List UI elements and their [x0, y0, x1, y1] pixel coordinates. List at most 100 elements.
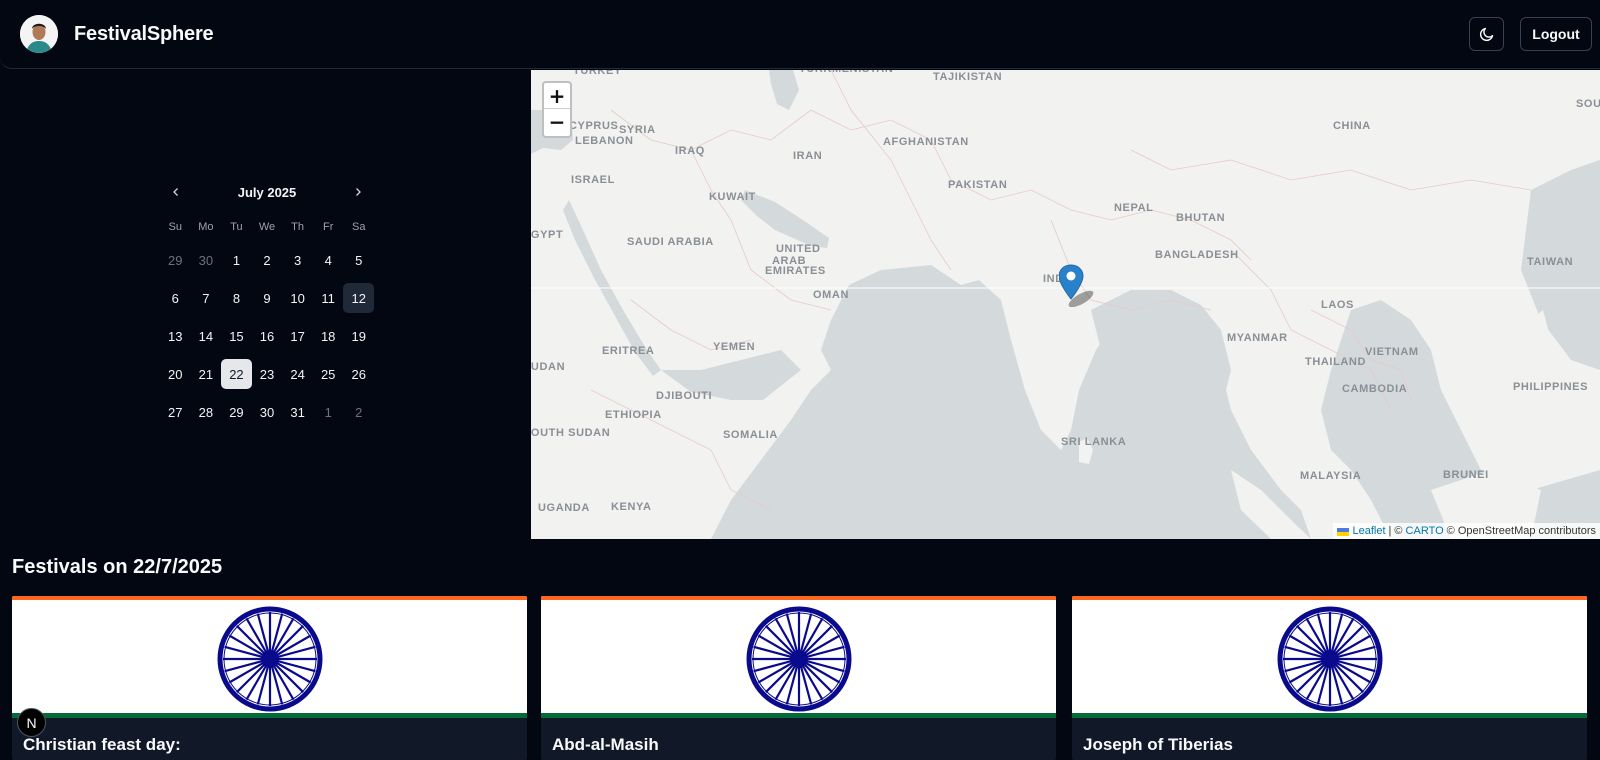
calendar-day[interactable]: 6: [160, 283, 191, 313]
india-flag-icon: [541, 596, 1056, 718]
weekday-label: Fr: [322, 221, 334, 233]
map-pin-icon[interactable]: [1059, 263, 1103, 307]
calendar-day[interactable]: 4: [313, 245, 344, 275]
calendar-day[interactable]: 8: [221, 283, 252, 313]
calendar-day[interactable]: 2: [252, 245, 283, 275]
festival-name: Abd-al-Masih: [552, 735, 659, 754]
zoom-in-button[interactable]: +: [544, 83, 570, 109]
calendar: July 2025 Su Mo Tu We Th Fr Sa 29 30 1 2 3 4 5 6 7 8 9 10…: [160, 178, 375, 435]
india-flag-icon: [1072, 596, 1587, 718]
nextjs-dev-badge[interactable]: N: [17, 708, 46, 737]
calendar-day[interactable]: 17: [282, 321, 313, 351]
weekday-label: Th: [291, 221, 305, 233]
map-country-label: SOUTH: [1576, 98, 1600, 110]
map-country-label: BANGLADESH: [1155, 249, 1239, 261]
calendar-grid: Su Mo Tu We Th Fr Sa 29 30 1 2 3 4 5 6 7 8 9 10 11 12 13 14 15…: [160, 218, 375, 435]
map-country-label: CHINA: [1333, 120, 1371, 132]
festival-map[interactable]: TURKEYTURKMENISTANTAJIKISTANSYRIALEBANON…: [531, 70, 1600, 539]
calendar-day[interactable]: 23: [252, 359, 283, 389]
calendar-day[interactable]: 10: [282, 283, 313, 313]
logout-button[interactable]: Logout: [1520, 17, 1592, 51]
map-country-label: SAUDI ARABIA: [627, 236, 714, 248]
festival-name: Christian feast day:: [23, 735, 181, 754]
calendar-day[interactable]: 15: [221, 321, 252, 351]
calendar-month-label: July 2025: [237, 184, 297, 200]
ukraine-flag-icon: [1337, 527, 1350, 536]
moon-icon: [1479, 27, 1493, 42]
map-country-label: TURKEY: [573, 70, 622, 77]
map-country-label: PAKISTAN: [948, 179, 1008, 191]
calendar-day[interactable]: 3: [282, 245, 313, 275]
map-country-label: SRI LANKA: [1061, 436, 1127, 448]
attribution-separator: | ©: [1388, 525, 1403, 537]
map-country-label: NEPAL: [1114, 202, 1154, 214]
calendar-day[interactable]: 1: [221, 245, 252, 275]
map-country-label: SUDAN: [531, 361, 566, 373]
map-country-label: SOMALIA: [723, 429, 778, 441]
brand-name: FestivalSphere: [74, 22, 214, 45]
map-country-label: ERITREA: [602, 345, 655, 357]
next-month-button[interactable]: [346, 180, 370, 204]
calendar-day[interactable]: 13: [160, 321, 191, 351]
calendar-day[interactable]: 29: [221, 397, 252, 427]
calendar-day[interactable]: 26: [343, 359, 374, 389]
calendar-day[interactable]: 30: [252, 397, 283, 427]
calendar-day[interactable]: 1: [313, 397, 344, 427]
brand[interactable]: FestivalSphere: [20, 15, 214, 53]
user-avatar[interactable]: [20, 15, 58, 53]
calendar-day[interactable]: 30: [191, 245, 222, 275]
calendar-day[interactable]: 28: [191, 397, 222, 427]
map-country-label: CYPRUS: [569, 120, 619, 132]
map-country-label: MYANMAR: [1227, 332, 1288, 344]
map-country-label: ISRAEL: [571, 174, 615, 186]
calendar-day[interactable]: 19: [343, 321, 374, 351]
map-country-label: TAIWAN: [1527, 256, 1574, 268]
leaflet-link[interactable]: Leaflet: [1352, 525, 1385, 537]
calendar-day[interactable]: 7: [191, 283, 222, 313]
weekday-label: Tu: [230, 221, 243, 233]
map-country-label: TURKMENISTAN: [799, 70, 893, 75]
ashoka-chakra-icon: [1277, 606, 1382, 712]
map-country-label: OMAN: [813, 289, 850, 301]
calendar-week: 13 14 15 16 17 18 19: [160, 321, 374, 359]
calendar-day[interactable]: 31: [282, 397, 313, 427]
calendar-day[interactable]: 27: [160, 397, 191, 427]
calendar-day[interactable]: 5: [343, 245, 374, 275]
ashoka-chakra-icon: [217, 606, 322, 712]
festival-card[interactable]: Joseph of Tiberias: [1072, 596, 1587, 760]
calendar-day[interactable]: 25: [313, 359, 344, 389]
carto-link[interactable]: CARTO: [1406, 525, 1444, 537]
festival-card[interactable]: Christian feast day:: [12, 596, 527, 760]
map-country-label: KENYA: [611, 501, 652, 513]
previous-month-button[interactable]: [164, 180, 188, 204]
calendar-day[interactable]: 11: [313, 283, 344, 313]
calendar-day[interactable]: 24: [282, 359, 313, 389]
calendar-day[interactable]: 12: [343, 283, 375, 313]
map-country-label: UNITED: [776, 243, 821, 255]
calendar-day[interactable]: 21: [191, 359, 222, 389]
map-country-label: ETHIOPIA: [605, 409, 662, 421]
calendar-day[interactable]: 20: [160, 359, 191, 389]
calendar-day[interactable]: 2: [343, 397, 374, 427]
chevron-left-icon: [173, 188, 178, 196]
map-country-label: UGANDA: [538, 502, 590, 514]
ashoka-chakra-icon: [746, 606, 851, 712]
osm-attribution[interactable]: © OpenStreetMap contributors: [1447, 525, 1596, 537]
map-country-label: BRUNEI: [1443, 469, 1489, 481]
calendar-week: 20 21 22 23 24 25 26: [160, 359, 374, 397]
weekday-label: Mo: [198, 221, 214, 233]
calendar-day[interactable]: 9: [252, 283, 283, 313]
festivals-heading: Festivals on 22/7/2025: [12, 556, 223, 578]
map-country-label: LEBANON: [575, 135, 634, 147]
weekday-header: Su Mo Tu We Th Fr Sa: [160, 218, 374, 236]
festival-card[interactable]: Abd-al-Masih: [541, 596, 1056, 760]
calendar-day[interactable]: 29: [160, 245, 191, 275]
calendar-day[interactable]: 22: [221, 359, 252, 389]
calendar-day[interactable]: 18: [313, 321, 344, 351]
map-country-label: TAJIKISTAN: [933, 71, 1003, 83]
calendar-day[interactable]: 16: [252, 321, 283, 351]
map-country-label: IRAN: [793, 150, 823, 162]
calendar-day[interactable]: 14: [191, 321, 222, 351]
zoom-out-button[interactable]: −: [544, 109, 570, 135]
theme-toggle-button[interactable]: [1469, 17, 1504, 51]
